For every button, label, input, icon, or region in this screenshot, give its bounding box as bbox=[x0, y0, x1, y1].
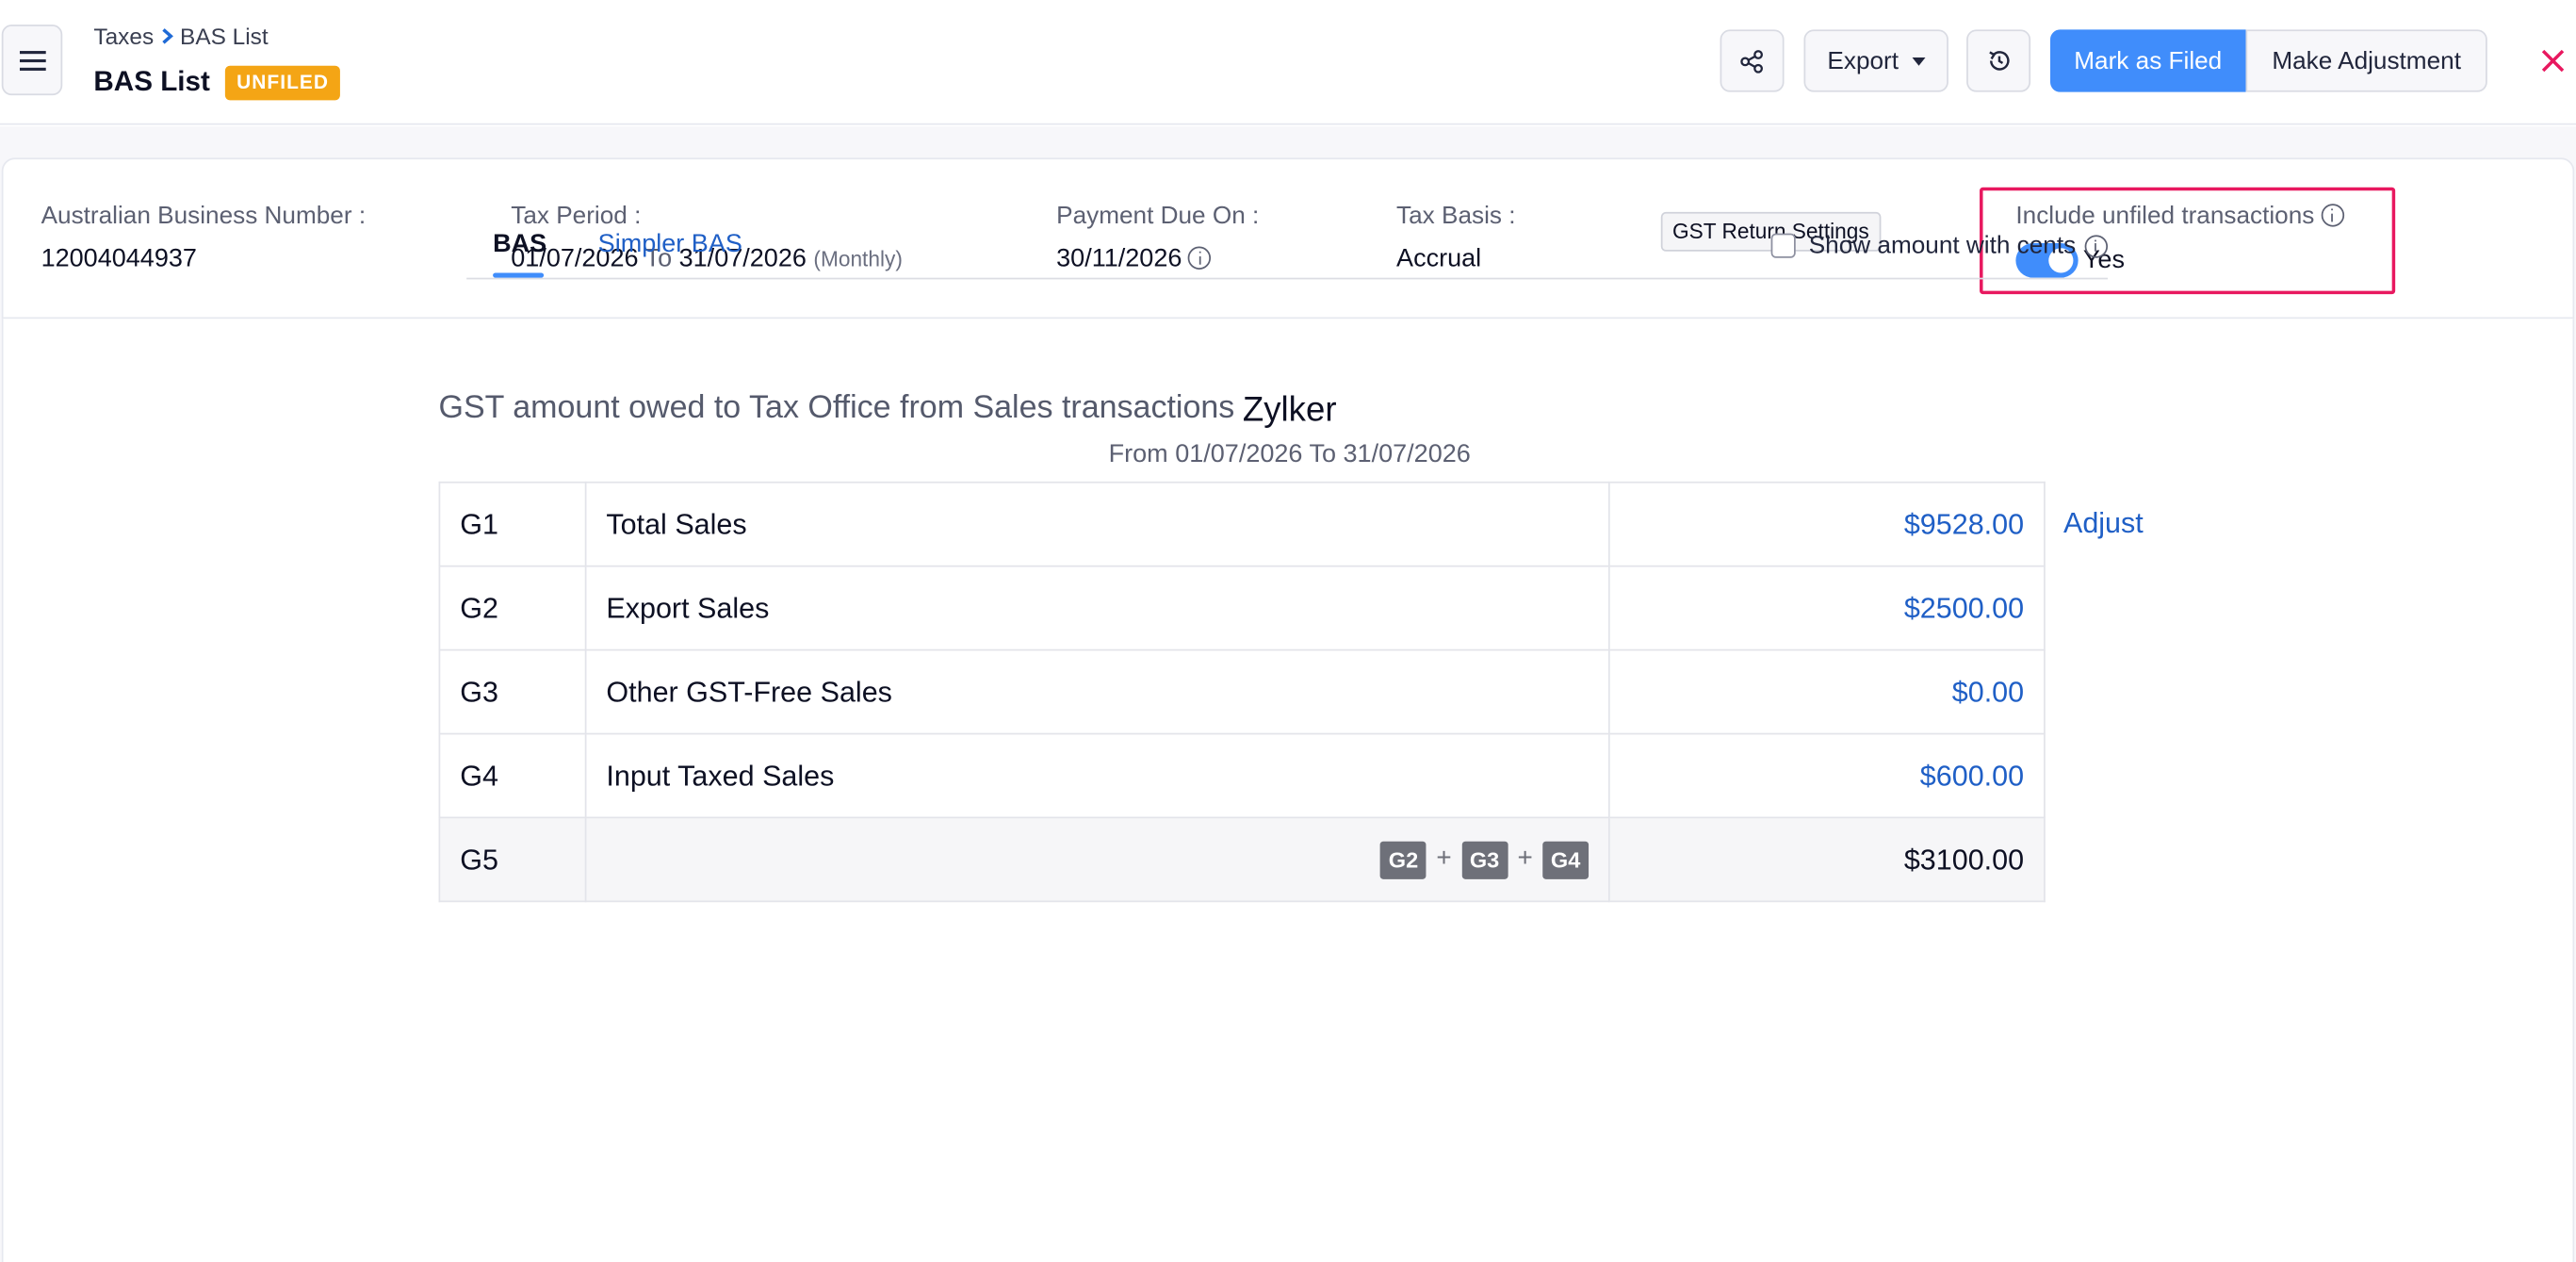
row-code: G4 bbox=[438, 732, 587, 819]
table-row: G3 Other GST-Free Sales $0.00 bbox=[438, 648, 2046, 735]
table-row: G4 Input Taxed Sales $600.00 bbox=[438, 732, 2046, 819]
abn-label: Australian Business Number : bbox=[41, 202, 367, 231]
menu-button[interactable] bbox=[1, 25, 63, 96]
row-code: G3 bbox=[438, 648, 587, 735]
row-code: G5 bbox=[438, 816, 587, 903]
export-button[interactable]: Export bbox=[1803, 29, 1948, 92]
breadcrumb-parent[interactable]: Taxes bbox=[93, 23, 154, 49]
status-badge: UNFILED bbox=[224, 65, 341, 101]
info-icon[interactable] bbox=[2083, 234, 2108, 257]
history-icon bbox=[1988, 51, 2009, 71]
export-label: Export bbox=[1827, 46, 1899, 75]
row-amount: $3100.00 bbox=[1607, 816, 2046, 903]
row-amount[interactable]: $9528.00 bbox=[1607, 481, 2046, 567]
row-amount[interactable]: $2500.00 bbox=[1607, 565, 2046, 651]
row-label: Total Sales bbox=[584, 481, 1610, 567]
organization-name: Zylker bbox=[1242, 390, 1337, 430]
breadcrumb: Taxes BAS List bbox=[93, 23, 268, 49]
row-amount[interactable]: $0.00 bbox=[1607, 648, 2046, 735]
breadcrumb-current: BAS List bbox=[180, 23, 269, 50]
make-adjustment-button[interactable]: Make Adjustment bbox=[2245, 29, 2487, 92]
page-title: BAS List bbox=[93, 65, 210, 97]
top-bar: Taxes BAS List BAS List UNFILED Export M… bbox=[0, 0, 2576, 125]
bas-page: Taxes BAS List BAS List UNFILED Export M… bbox=[0, 0, 2576, 1262]
abn-value: 12004044937 bbox=[41, 244, 197, 273]
row-label: Other GST-Free Sales bbox=[584, 648, 1610, 735]
adjust-link[interactable]: Adjust bbox=[2063, 506, 2144, 541]
section-title: GST amount owed to Tax Office from Sales… bbox=[438, 389, 1235, 426]
row-amount[interactable]: $600.00 bbox=[1607, 732, 2046, 819]
row-label: Input Taxed Sales bbox=[584, 732, 1610, 819]
table-total-row: G5 G2 + G3 + G4 $3100.00 bbox=[438, 816, 2046, 903]
close-icon[interactable] bbox=[2538, 46, 2568, 75]
hamburger-icon bbox=[19, 50, 45, 71]
gst-sales-table: G1 Total Sales $9528.00 G2 Export Sales … bbox=[438, 481, 2046, 903]
caret-down-icon bbox=[1911, 57, 1925, 65]
row-label: Export Sales bbox=[584, 565, 1610, 651]
formula-operator: + bbox=[1436, 844, 1452, 873]
show-cents-label[interactable]: Show amount with cents bbox=[1809, 232, 2076, 260]
chevron-right-icon bbox=[161, 28, 173, 44]
show-cents-checkbox[interactable] bbox=[1770, 233, 1796, 258]
formula-cell: G2 + G3 + G4 bbox=[584, 816, 1610, 903]
formula-chip: G2 bbox=[1380, 840, 1427, 878]
report-date-range: From 01/07/2026 To 31/07/2026 bbox=[1108, 440, 1471, 468]
active-tab-indicator bbox=[493, 272, 545, 278]
show-cents-option: Show amount with cents bbox=[1770, 232, 2108, 260]
share-icon bbox=[1740, 49, 1763, 73]
tab-bas[interactable]: BAS bbox=[493, 230, 546, 259]
report-tabs: BAS Simpler BAS Show amount with cents bbox=[466, 221, 2109, 280]
table-row: G1 Total Sales $9528.00 bbox=[438, 481, 2046, 567]
row-code: G1 bbox=[438, 481, 587, 567]
formula-chip: G4 bbox=[1542, 840, 1590, 878]
formula: G2 + G3 + G4 bbox=[606, 840, 1590, 878]
tab-simpler-bas[interactable]: Simpler BAS bbox=[598, 230, 742, 259]
info-icon[interactable] bbox=[2321, 204, 2344, 227]
formula-operator: + bbox=[1517, 844, 1533, 873]
row-code: G2 bbox=[438, 565, 587, 651]
table-row: G2 Export Sales $2500.00 bbox=[438, 565, 2046, 651]
formula-chip: G3 bbox=[1461, 840, 1508, 878]
history-button[interactable] bbox=[1966, 29, 2031, 92]
share-button[interactable] bbox=[1720, 29, 1785, 92]
mark-as-filed-button[interactable]: Mark as Filed bbox=[2050, 29, 2246, 92]
